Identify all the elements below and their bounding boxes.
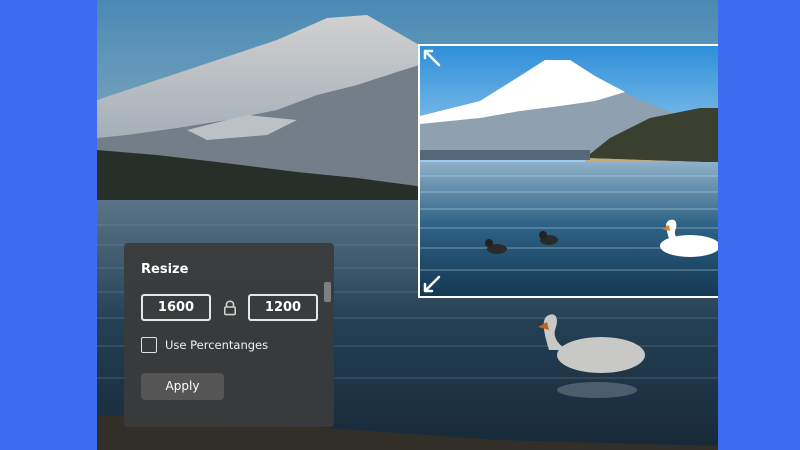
lock-icon[interactable] xyxy=(223,300,237,316)
use-percentages-checkbox[interactable] xyxy=(141,337,157,353)
resize-panel-title: Resize xyxy=(141,262,189,277)
apply-button[interactable]: Apply xyxy=(141,373,224,400)
use-percentages-label: Use Percentanges xyxy=(165,338,269,352)
resize-handle-bottom-left[interactable] xyxy=(422,272,444,294)
panel-scroll-handle[interactable] xyxy=(324,282,331,302)
crop-selection[interactable] xyxy=(418,44,718,298)
resize-panel: Resize 1600 1200 Use Percentanges Apply xyxy=(124,243,334,427)
width-input[interactable]: 1600 xyxy=(141,294,211,321)
expand-arrow-icon xyxy=(423,275,441,293)
resize-handle-top-left[interactable] xyxy=(422,48,444,70)
expand-arrow-icon xyxy=(423,49,441,67)
height-input[interactable]: 1200 xyxy=(248,294,318,321)
app-root: { "resize_panel": { "title": "Resize", "… xyxy=(0,0,800,450)
crop-preview-photo xyxy=(420,46,718,296)
